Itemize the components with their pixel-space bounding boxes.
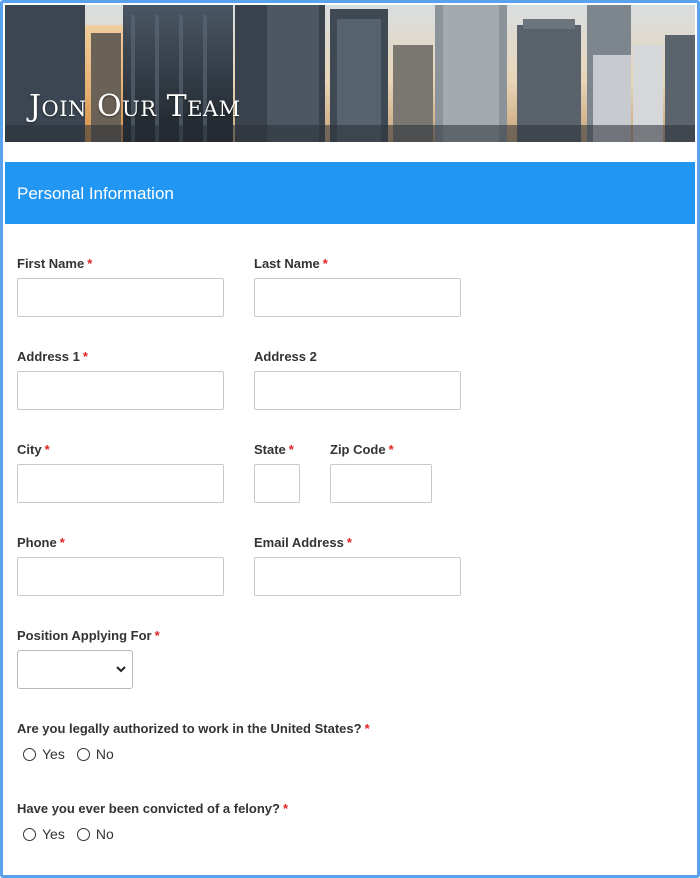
required-marker: * xyxy=(82,349,88,364)
radio-unchecked-icon[interactable] xyxy=(76,827,90,841)
section-header: Personal Information xyxy=(5,162,695,224)
radio-unchecked-icon[interactable] xyxy=(23,747,36,761)
authorized-radio-group: Yes No xyxy=(23,746,370,762)
felony-radio-group: Yes No xyxy=(23,826,288,842)
required-marker: * xyxy=(44,442,50,457)
address2-label: Address 2 xyxy=(254,349,317,364)
radio-unchecked-icon[interactable] xyxy=(76,747,90,761)
section-title: Personal Information xyxy=(17,184,174,203)
required-marker: * xyxy=(322,256,328,271)
required-marker: * xyxy=(364,721,370,736)
email-input[interactable] xyxy=(254,557,461,596)
last-name-input[interactable] xyxy=(254,278,461,317)
last-name-label: Last Name * xyxy=(254,256,328,271)
radio-label: No xyxy=(95,746,114,762)
city-label: City * xyxy=(17,442,50,457)
address1-group: Address 1 * xyxy=(17,349,224,410)
position-group: Position Applying For * xyxy=(17,628,160,689)
radio-label: No xyxy=(95,826,114,842)
email-group: Email Address * xyxy=(254,535,461,596)
phone-label: Phone * xyxy=(17,535,65,550)
authorized-yes-option[interactable]: Yes xyxy=(23,746,65,762)
required-marker: * xyxy=(388,442,394,457)
required-marker: * xyxy=(59,535,65,550)
position-label: Position Applying For * xyxy=(17,628,160,643)
email-label: Email Address * xyxy=(254,535,352,550)
zip-group: Zip Code * xyxy=(330,442,432,503)
city-input[interactable] xyxy=(17,464,224,503)
address1-label: Address 1 * xyxy=(17,349,88,364)
phone-input[interactable] xyxy=(17,557,224,596)
state-input[interactable] xyxy=(254,464,300,503)
address1-input[interactable] xyxy=(17,371,224,410)
felony-no-option[interactable]: No xyxy=(76,826,114,842)
radio-unchecked-icon[interactable] xyxy=(23,827,36,841)
felony-yes-option[interactable]: Yes xyxy=(23,826,65,842)
zip-label: Zip Code * xyxy=(330,442,394,457)
banner-title: Join Our Team xyxy=(29,89,241,124)
chevron-down-icon xyxy=(116,666,126,673)
radio-label: Yes xyxy=(42,746,65,762)
required-marker: * xyxy=(288,442,294,457)
felony-question-group: Have you ever been convicted of a felony… xyxy=(17,801,288,842)
city-group: City * xyxy=(17,442,224,503)
phone-group: Phone * xyxy=(17,535,224,596)
first-name-input[interactable] xyxy=(17,278,224,317)
first-name-label: First Name * xyxy=(17,256,93,271)
state-group: State * xyxy=(254,442,300,503)
authorized-question-group: Are you legally authorized to work in th… xyxy=(17,721,370,762)
required-marker: * xyxy=(87,256,93,271)
first-name-group: First Name * xyxy=(17,256,224,317)
required-marker: * xyxy=(346,535,352,550)
zip-input[interactable] xyxy=(330,464,432,503)
radio-label: Yes xyxy=(42,826,65,842)
state-label: State * xyxy=(254,442,294,457)
authorized-question-label: Are you legally authorized to work in th… xyxy=(17,721,370,736)
form-container: Join Our Team Personal Information First… xyxy=(0,0,700,878)
position-select[interactable] xyxy=(17,650,133,689)
required-marker: * xyxy=(154,628,160,643)
authorized-no-option[interactable]: No xyxy=(76,746,114,762)
last-name-group: Last Name * xyxy=(254,256,461,317)
felony-question-label: Have you ever been convicted of a felony… xyxy=(17,801,289,816)
required-marker: * xyxy=(282,801,289,816)
address2-group: Address 2 xyxy=(254,349,461,410)
address2-input[interactable] xyxy=(254,371,461,410)
header-banner: Join Our Team xyxy=(5,5,695,142)
